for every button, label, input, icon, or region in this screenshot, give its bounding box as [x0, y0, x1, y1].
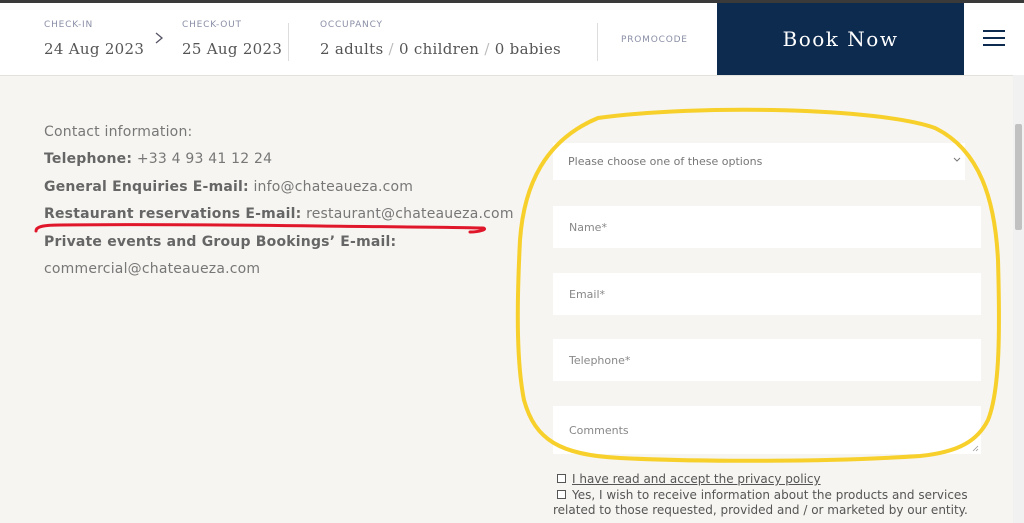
- chevron-right-icon: [155, 32, 164, 44]
- contact-heading: Contact information:: [44, 124, 193, 140]
- occupancy-separator: /: [388, 40, 394, 58]
- marketing-consent-line1: Yes, I wish to receive information about…: [572, 488, 968, 502]
- hamburger-menu-icon[interactable]: [983, 29, 1005, 47]
- restaurant-email-line: Restaurant reservations E-mail: restaura…: [44, 206, 514, 222]
- booking-bar: CHECK-IN 24 Aug 2023 CHECK-OUT 25 Aug 20…: [0, 3, 1024, 76]
- comments-placeholder: Comments: [569, 423, 629, 437]
- checkin-label: CHECK-IN: [44, 20, 94, 30]
- promocode-field[interactable]: PROMOCODE: [621, 35, 688, 45]
- babies-count: 0 babies: [494, 40, 561, 58]
- scrollbar-thumb[interactable]: [1015, 124, 1022, 230]
- general-email-line: General Enquiries E-mail: info@chateauez…: [44, 179, 413, 195]
- restaurant-email-link[interactable]: restaurant@chateaueza.com: [306, 206, 514, 222]
- email-input[interactable]: Email*: [553, 273, 981, 315]
- telephone-input[interactable]: Telephone*: [553, 339, 981, 381]
- occupancy-label: OCCUPANCY: [320, 20, 383, 30]
- privacy-checkbox[interactable]: [557, 474, 566, 483]
- select-placeholder: Please choose one of these options: [568, 155, 763, 168]
- checkin-value: 24 Aug 2023: [44, 40, 145, 58]
- private-events-label-line: Private events and Group Bookings’ E-mai…: [44, 234, 396, 250]
- telephone-value[interactable]: +33 4 93 41 12 24: [137, 151, 272, 167]
- book-now-button[interactable]: Book Now: [717, 3, 964, 75]
- private-events-email-link[interactable]: commercial@chateaueza.com: [44, 261, 260, 277]
- general-email-link[interactable]: info@chateaueza.com: [253, 179, 413, 195]
- restaurant-email-label: Restaurant reservations E-mail:: [44, 206, 302, 222]
- privacy-policy-link[interactable]: I have read and accept the privacy polic…: [572, 472, 821, 486]
- divider: [597, 23, 598, 61]
- occupancy-separator: /: [484, 40, 490, 58]
- divider: [288, 23, 289, 61]
- chevron-down-icon: [953, 157, 961, 162]
- general-email-label: General Enquiries E-mail:: [44, 179, 249, 195]
- telephone-line: Telephone: +33 4 93 41 12 24: [44, 151, 272, 167]
- name-input[interactable]: Name*: [553, 206, 981, 248]
- resize-grip-icon[interactable]: [972, 445, 979, 452]
- telephone-label: Telephone:: [44, 151, 133, 167]
- marketing-consent-line2: related to those requested, provided and…: [553, 503, 968, 517]
- enquiry-type-select[interactable]: Please choose one of these options: [553, 143, 965, 180]
- private-events-label: Private events and Group Bookings’ E-mai…: [44, 234, 397, 250]
- children-count: 0 children: [398, 40, 480, 58]
- checkout-label: CHECK-OUT: [182, 20, 242, 30]
- checkout-value: 25 Aug 2023: [182, 40, 283, 58]
- marketing-checkbox[interactable]: [557, 490, 566, 499]
- comments-textarea[interactable]: Comments: [553, 406, 981, 454]
- adults-count: 2 adults: [320, 40, 384, 58]
- red-underline-annotation: [34, 223, 486, 234]
- occupancy-value: 2 adults / 0 children / 0 babies: [320, 40, 561, 58]
